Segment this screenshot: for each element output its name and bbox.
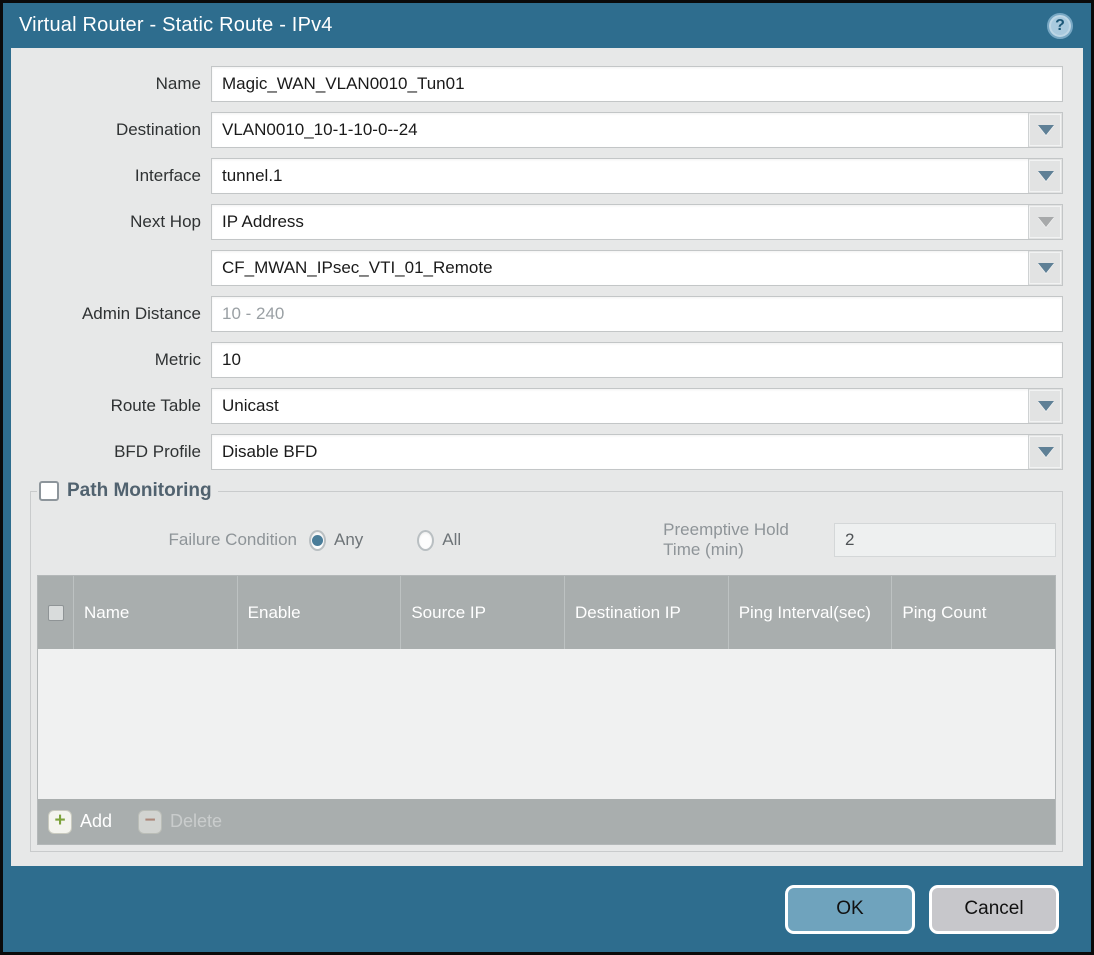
failure-condition-any-label[interactable]: Any: [334, 530, 363, 550]
failure-condition-label: Failure Condition: [168, 530, 297, 549]
table-body-empty: [38, 649, 1055, 799]
field-row-next-hop: Next Hop: [11, 204, 1063, 240]
ok-button[interactable]: OK: [785, 884, 915, 934]
table-header-destination-ip[interactable]: Destination IP: [565, 576, 729, 649]
next-hop-dropdown-button[interactable]: [1028, 205, 1062, 239]
next-hop-address-field: [211, 250, 1063, 286]
field-row-metric: Metric: [11, 342, 1063, 378]
chevron-down-icon: [1037, 401, 1054, 411]
chevron-down-icon: [1037, 125, 1054, 135]
table-header-checkbox-cell: [38, 576, 74, 649]
table-header-row: Name Enable Source IP Destination IP Pin…: [38, 576, 1055, 649]
name-label: Name: [155, 74, 201, 93]
failure-condition-any-radio[interactable]: [309, 529, 326, 551]
add-icon: +: [48, 809, 72, 834]
radio-dot: [311, 534, 323, 546]
destination-dropdown-button[interactable]: [1028, 113, 1062, 147]
field-row-bfd-profile: BFD Profile: [11, 434, 1063, 470]
name-field: [211, 66, 1063, 102]
path-monitoring-title: Path Monitoring: [67, 480, 212, 501]
path-monitoring-checkbox[interactable]: [39, 481, 59, 501]
route-table-dropdown-button[interactable]: [1028, 389, 1062, 423]
preemptive-hold-time-label: Preemptive Hold Time (min): [663, 520, 789, 559]
bfd-profile-dropdown-button[interactable]: [1028, 435, 1062, 469]
interface-dropdown-button[interactable]: [1028, 159, 1062, 193]
chevron-down-icon: [1037, 171, 1054, 181]
table-header-ping-count[interactable]: Ping Count: [892, 576, 1055, 649]
dialog-footer: OK Cancel: [3, 866, 1091, 952]
admin-distance-label: Admin Distance: [81, 304, 201, 323]
plus-glyph: +: [54, 810, 66, 831]
table-header-ping-interval[interactable]: Ping Interval(sec): [729, 576, 893, 649]
static-route-dialog: Virtual Router - Static Route - IPv4 ? N…: [0, 0, 1094, 955]
bfd-profile-label: BFD Profile: [114, 442, 201, 461]
dialog-body: Name Destination Interface: [11, 48, 1083, 866]
table-header-enable[interactable]: Enable: [238, 576, 402, 649]
table-header-name[interactable]: Name: [74, 576, 238, 649]
path-monitoring-section: Path Monitoring Failure Condition Any Al…: [30, 480, 1063, 852]
admin-distance-input[interactable]: [212, 297, 1062, 331]
destination-input[interactable]: [212, 113, 1028, 147]
interface-input[interactable]: [212, 159, 1028, 193]
destination-field: [211, 112, 1063, 148]
field-row-name: Name: [11, 66, 1063, 102]
failure-condition-all-label[interactable]: All: [442, 530, 461, 550]
table-action-bar: + Add − Delete: [38, 799, 1055, 844]
metric-input[interactable]: [212, 343, 1062, 377]
path-monitoring-table: Name Enable Source IP Destination IP Pin…: [37, 575, 1056, 845]
dialog-title: Virtual Router - Static Route - IPv4: [19, 14, 333, 36]
name-input[interactable]: [212, 67, 1062, 101]
metric-field: [211, 342, 1063, 378]
delete-icon: −: [138, 809, 163, 834]
next-hop-field: [211, 204, 1063, 240]
table-header-source-ip[interactable]: Source IP: [401, 576, 566, 649]
field-row-interface: Interface: [11, 158, 1063, 194]
field-row-route-table: Route Table: [11, 388, 1063, 424]
add-button-label: Add: [80, 811, 113, 831]
next-hop-label: Next Hop: [130, 212, 201, 231]
interface-field: [211, 158, 1063, 194]
field-row-next-hop-address: [11, 250, 1063, 286]
path-monitoring-legend: Path Monitoring: [37, 480, 218, 502]
add-button[interactable]: + Add: [48, 809, 113, 834]
minus-glyph: −: [144, 809, 156, 831]
delete-button[interactable]: − Delete: [138, 809, 223, 834]
chevron-down-icon: [1037, 447, 1054, 457]
bfd-profile-field: [211, 434, 1063, 470]
route-table-field: [211, 388, 1063, 424]
chevron-down-icon: [1037, 263, 1054, 273]
interface-label: Interface: [134, 166, 201, 185]
help-glyph: ?: [1055, 16, 1065, 34]
titlebar: Virtual Router - Static Route - IPv4 ?: [3, 3, 1091, 48]
metric-label: Metric: [154, 350, 201, 369]
next-hop-address-input[interactable]: [212, 251, 1028, 285]
bfd-profile-select[interactable]: [212, 435, 1028, 469]
next-hop-address-dropdown-button[interactable]: [1028, 251, 1062, 285]
radio-dot: [420, 535, 431, 546]
failure-condition-row: Failure Condition Any All Preemptive Hol…: [37, 520, 1057, 559]
preemptive-hold-time-input[interactable]: [834, 523, 1057, 557]
chevron-down-icon: [1037, 217, 1054, 227]
route-table-label: Route Table: [110, 396, 201, 415]
destination-label: Destination: [115, 120, 201, 139]
select-all-checkbox[interactable]: [47, 604, 64, 621]
delete-button-label: Delete: [170, 811, 223, 831]
failure-condition-all-radio[interactable]: [417, 529, 435, 551]
help-icon[interactable]: ?: [1047, 12, 1073, 39]
field-row-admin-distance: Admin Distance: [11, 296, 1063, 332]
route-table-select[interactable]: [212, 389, 1028, 423]
cancel-button[interactable]: Cancel: [929, 884, 1059, 934]
admin-distance-field: [211, 296, 1063, 332]
field-row-destination: Destination: [11, 112, 1063, 148]
next-hop-select[interactable]: [212, 205, 1028, 239]
